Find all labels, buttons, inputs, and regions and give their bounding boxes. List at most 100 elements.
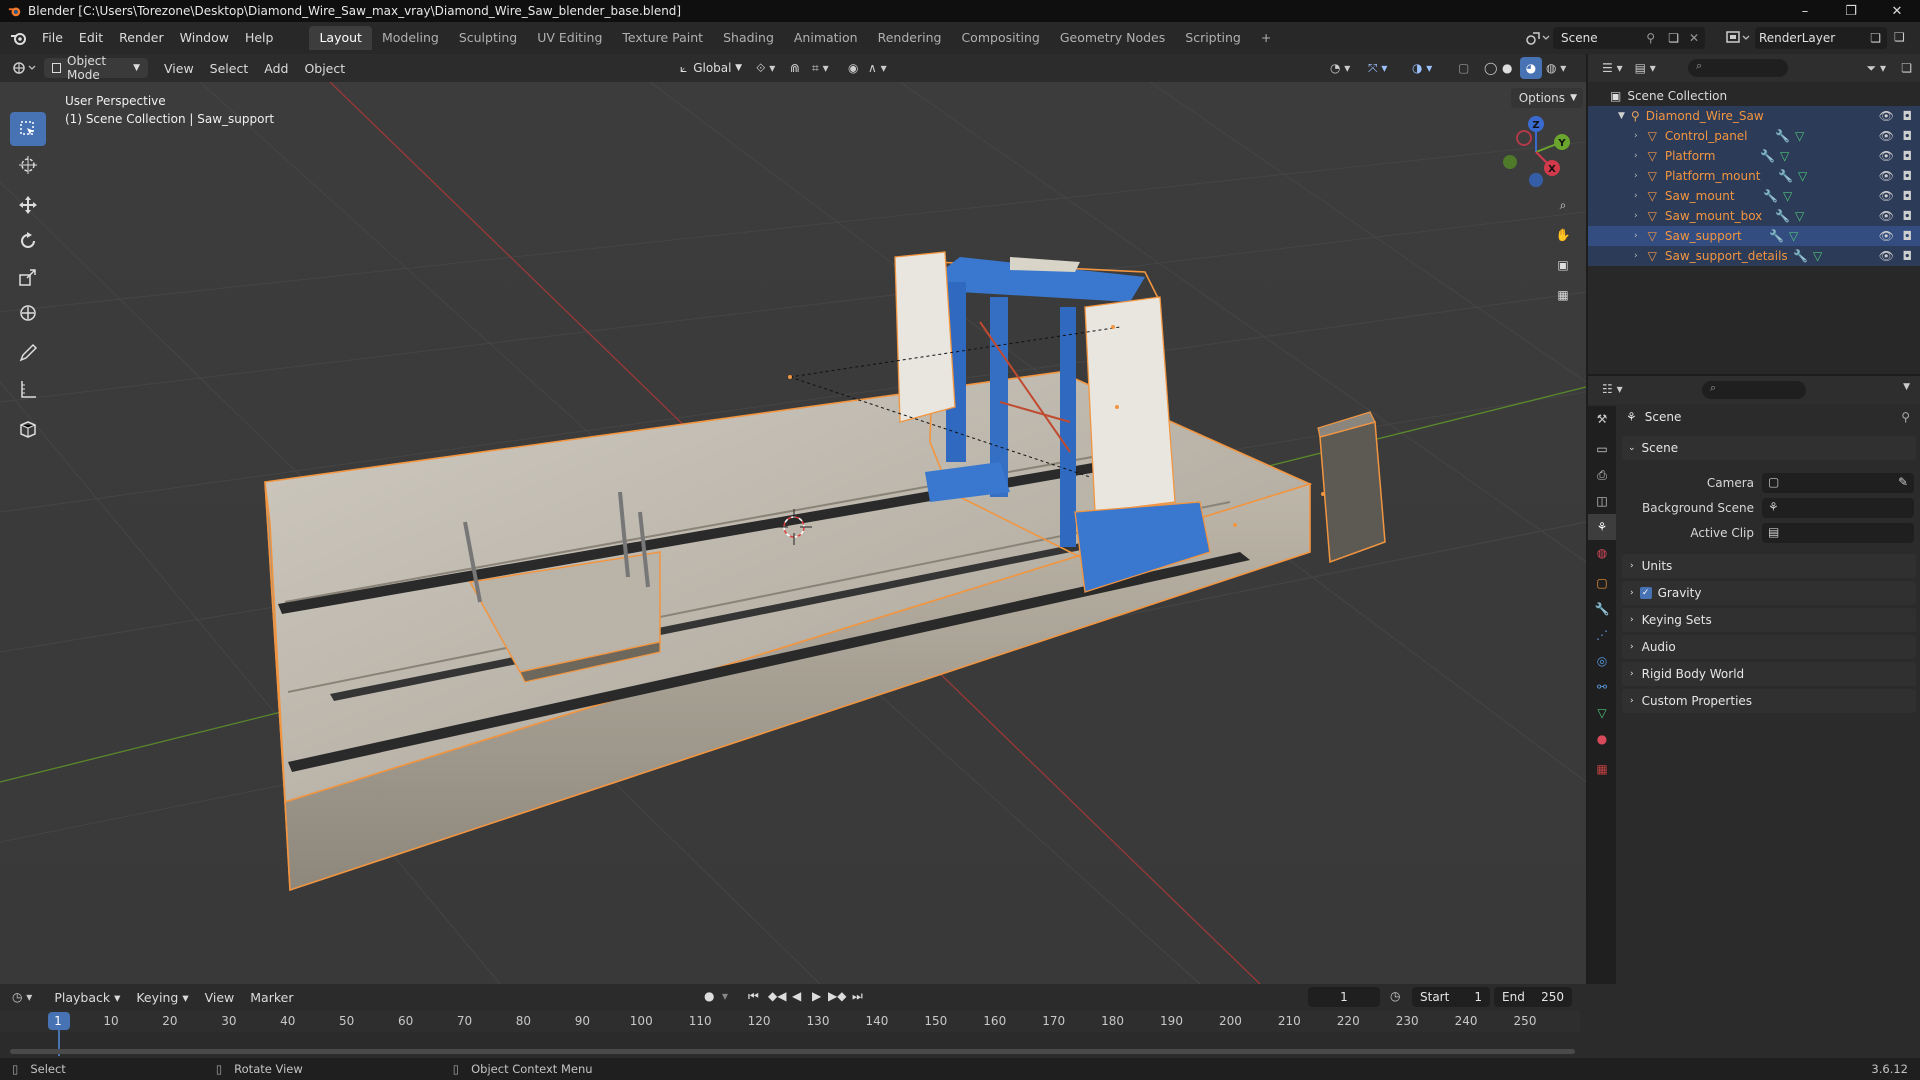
scene-selector-icon[interactable]: [1525, 30, 1551, 46]
next-keyframe-icon[interactable]: ▶◆: [828, 989, 846, 1003]
snap-target-icon[interactable]: ⌗ ▾: [812, 61, 829, 76]
camera-icon[interactable]: ◘: [1903, 149, 1913, 163]
pan-button[interactable]: ✋: [1550, 222, 1576, 248]
outliner-row-collection[interactable]: ▼ ⚲ Diamond_Wire_Saw 👁 ◘: [1588, 106, 1920, 126]
camera-icon[interactable]: ◘: [1903, 209, 1913, 223]
mesh-data-icon[interactable]: ▽: [1789, 229, 1798, 243]
modifier-icon[interactable]: 🔧: [1775, 209, 1790, 223]
tab-animation[interactable]: Animation: [784, 26, 868, 50]
outliner-row-object[interactable]: › ▽ Platform_mount 🔧 ▽ 👁 ◘: [1588, 166, 1920, 186]
data-tab-icon[interactable]: ▽: [1588, 700, 1616, 726]
outliner-row-object[interactable]: › ▽ Saw_support_details 🔧 ▽ 👁 ◘: [1588, 246, 1920, 266]
mode-selector[interactable]: Object Mode ▼: [44, 54, 148, 82]
menu-edit[interactable]: Edit: [71, 27, 111, 49]
select-box-tool[interactable]: [10, 112, 46, 146]
tab-layout[interactable]: Layout: [309, 26, 372, 50]
transform-tool[interactable]: [10, 296, 46, 330]
object-tab-icon[interactable]: ▢: [1588, 570, 1616, 596]
timeline-menu-keying[interactable]: Keying ▾: [128, 990, 196, 1005]
prev-keyframe-icon[interactable]: ◆◀: [768, 989, 786, 1003]
viewport-menu-object[interactable]: Object: [296, 61, 353, 76]
eyedropper-icon[interactable]: ✎: [1898, 475, 1908, 489]
end-frame-field[interactable]: End 250: [1494, 987, 1572, 1007]
tab-uv-editing[interactable]: UV Editing: [527, 26, 612, 50]
expand-arrow-icon[interactable]: ›: [1634, 151, 1638, 161]
modifier-icon[interactable]: 🔧: [1775, 129, 1790, 143]
audio-panel-header[interactable]: › Audio: [1622, 635, 1916, 659]
snap-icon[interactable]: ⋒: [790, 61, 800, 75]
jump-end-icon[interactable]: ⏭: [852, 989, 863, 1004]
mesh-data-icon[interactable]: ▽: [1780, 149, 1789, 163]
start-frame-field[interactable]: Start 1: [1412, 987, 1490, 1007]
rendered-shading-icon[interactable]: ◍ ▾: [1546, 61, 1566, 75]
custom-properties-panel-header[interactable]: › Custom Properties: [1622, 689, 1916, 713]
delete-scene-icon[interactable]: ✕: [1689, 31, 1699, 45]
eye-icon[interactable]: 👁: [1879, 169, 1894, 183]
modifier-icon[interactable]: 🔧: [1760, 149, 1775, 163]
modifier-icon[interactable]: 🔧: [1793, 249, 1808, 263]
camera-icon[interactable]: ◘: [1903, 189, 1913, 203]
add-cube-tool[interactable]: [10, 412, 46, 446]
outliner-row-object[interactable]: › ▽ Platform 🔧 ▽ 👁 ◘: [1588, 146, 1920, 166]
rotate-tool[interactable]: [10, 224, 46, 258]
outliner-search-input[interactable]: ⌕: [1688, 59, 1788, 77]
expand-arrow-icon[interactable]: ›: [1634, 231, 1638, 241]
gravity-checkbox[interactable]: ✓: [1639, 587, 1652, 599]
mesh-data-icon[interactable]: ▽: [1783, 189, 1792, 203]
menu-window[interactable]: Window: [172, 27, 237, 49]
outliner-row-scene-collection[interactable]: ▣ Scene Collection: [1588, 86, 1920, 106]
timeline-menu-playback[interactable]: Playback ▾: [46, 990, 128, 1005]
timeline-menu-marker[interactable]: Marker: [242, 990, 301, 1005]
expand-arrow-icon[interactable]: ›: [1634, 131, 1638, 141]
pivot-point-icon[interactable]: ⟐ ▾: [756, 61, 775, 76]
control-panel-model[interactable]: [1317, 411, 1386, 564]
view-layer-icon[interactable]: [1725, 30, 1753, 46]
new-scene-icon[interactable]: ❏: [1668, 31, 1679, 45]
modifier-tab-icon[interactable]: 🔧: [1588, 596, 1616, 622]
timeline-editor-type-icon[interactable]: ◷ ▾: [12, 990, 32, 1004]
material-shading-icon[interactable]: ◕: [1520, 57, 1542, 79]
camera-icon[interactable]: ◘: [1903, 109, 1913, 123]
jump-start-icon[interactable]: ⏮: [748, 989, 759, 1004]
output-tab-icon[interactable]: ⎙: [1588, 462, 1616, 488]
view-layer-tab-icon[interactable]: ◫: [1588, 488, 1616, 514]
filter-icon[interactable]: ⏷ ▾: [1867, 61, 1886, 76]
mesh-data-icon[interactable]: ▽: [1795, 129, 1804, 143]
scene-name-field[interactable]: Scene ⚲ ❏ ✕: [1553, 27, 1705, 49]
texture-tab-icon[interactable]: ▦: [1588, 756, 1616, 782]
modifier-icon[interactable]: 🔧: [1769, 229, 1784, 243]
transform-orientation-selector[interactable]: ⟀ Global ▼: [672, 58, 750, 78]
mesh-data-icon[interactable]: ▽: [1795, 209, 1804, 223]
menu-render[interactable]: Render: [111, 27, 172, 49]
pin-scene-icon[interactable]: ⚲: [1646, 31, 1655, 45]
tool-tab-icon[interactable]: ⚒: [1588, 406, 1616, 432]
viewport-menu-view[interactable]: View: [156, 61, 202, 76]
gizmo-neg-z-axis[interactable]: [1529, 173, 1543, 187]
tab-modeling[interactable]: Modeling: [372, 26, 449, 50]
render-tab-icon[interactable]: ▭: [1588, 436, 1616, 462]
play-icon[interactable]: ▶: [812, 989, 821, 1003]
units-panel-header[interactable]: › Units: [1622, 554, 1916, 578]
eye-icon[interactable]: 👁: [1879, 189, 1894, 203]
tab-compositing[interactable]: Compositing: [951, 26, 1049, 50]
solid-shading-icon[interactable]: ●: [1502, 61, 1512, 75]
gizmo-neg-x-axis[interactable]: [1516, 130, 1532, 146]
visibility-icon[interactable]: ◔ ▾: [1330, 61, 1350, 75]
modifier-icon[interactable]: 🔧: [1778, 169, 1793, 183]
falloff-icon[interactable]: ∧ ▾: [868, 61, 887, 75]
camera-icon[interactable]: ◘: [1903, 229, 1913, 243]
ortho-toggle-button[interactable]: ▦: [1550, 282, 1576, 308]
eye-icon[interactable]: 👁: [1879, 249, 1894, 263]
minimize-button[interactable]: –: [1782, 0, 1828, 22]
scale-tool[interactable]: [10, 260, 46, 294]
tab-texture-paint[interactable]: Texture Paint: [612, 26, 713, 50]
eye-icon[interactable]: 👁: [1879, 229, 1894, 243]
mesh-data-icon[interactable]: ▽: [1798, 169, 1807, 183]
expand-arrow-icon[interactable]: ›: [1634, 171, 1638, 181]
measure-tool[interactable]: [10, 372, 46, 406]
constraints-tab-icon[interactable]: ⚯: [1588, 674, 1616, 700]
scene-panel-header[interactable]: ⌄ Scene: [1622, 436, 1916, 460]
close-button[interactable]: ✕: [1874, 0, 1920, 22]
expand-arrow-icon[interactable]: ›: [1634, 211, 1638, 221]
keying-sets-panel-header[interactable]: › Keying Sets: [1622, 608, 1916, 632]
